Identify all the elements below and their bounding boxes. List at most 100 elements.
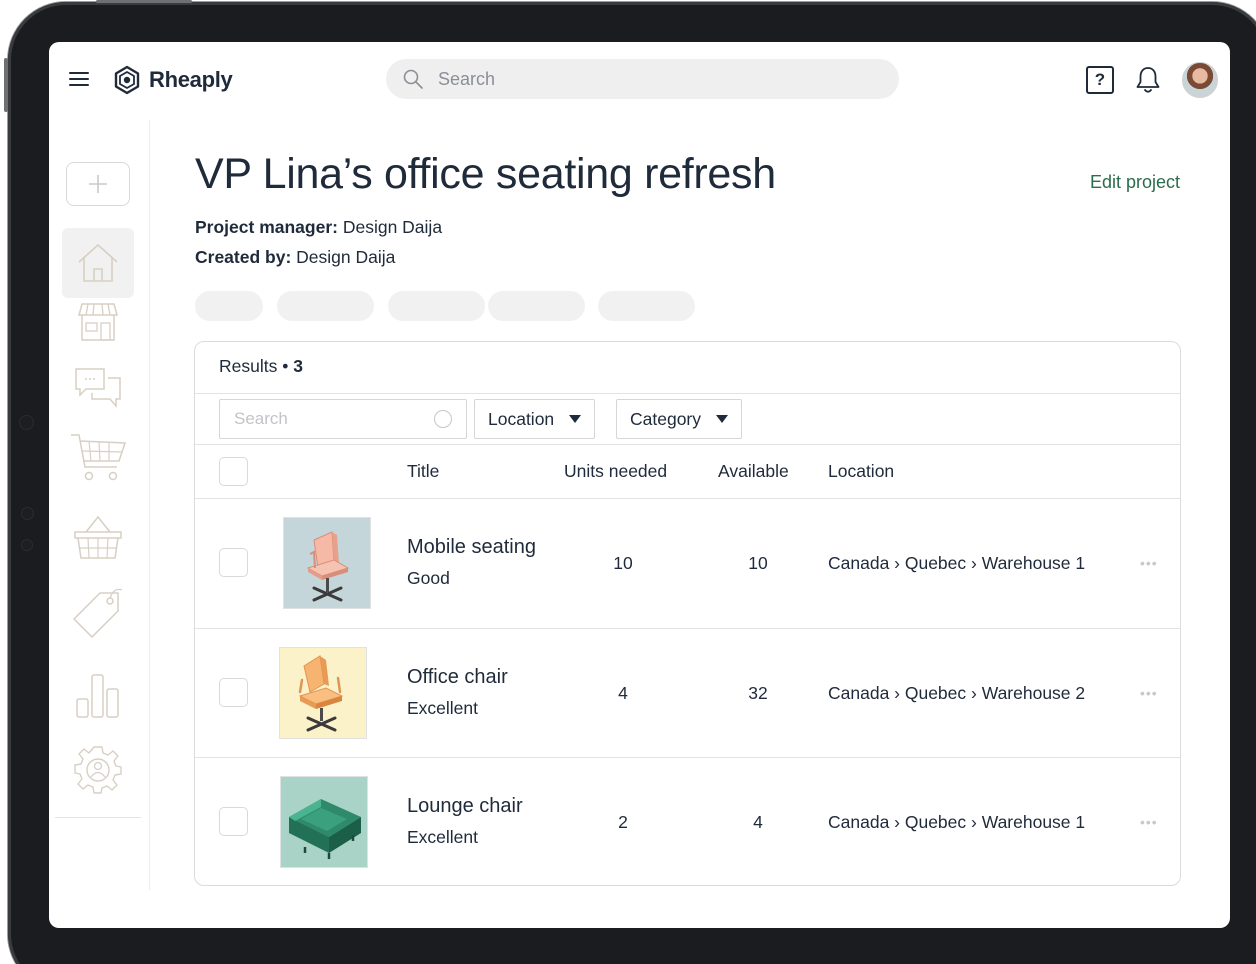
chat-bubbles-icon [75, 368, 121, 409]
edit-project-link[interactable]: Edit project [1090, 172, 1180, 193]
item-thumbnail [280, 776, 368, 868]
app-screen: Rheaply Search ? VP Lina’s office seatin… [49, 42, 1230, 928]
location-value: Canada › Quebec › Warehouse 2 [828, 683, 1086, 703]
sidebar-item-analytics[interactable] [62, 662, 134, 728]
office-chair-image [298, 655, 344, 732]
sidebar-item-basket[interactable] [62, 508, 134, 568]
app-name: Rheaply [149, 67, 233, 92]
project-manager-value: Design Daija [337, 217, 443, 237]
select-all-checkbox[interactable] [219, 457, 248, 486]
units-needed-value: 2 [618, 812, 628, 832]
tag-chip[interactable] [388, 291, 485, 321]
bell-icon[interactable] [1134, 65, 1162, 95]
project-manager-label: Project manager: [195, 217, 338, 237]
row-checkbox[interactable] [219, 807, 248, 836]
column-header-title[interactable]: Title [407, 461, 439, 482]
item-condition: Good [407, 568, 450, 588]
available-value: 32 [748, 683, 768, 703]
camera-dot [22, 540, 32, 550]
sidebar-item-tags[interactable] [62, 580, 134, 646]
global-search-input[interactable]: Search [386, 59, 899, 99]
rheaply-logo-icon [114, 65, 140, 95]
table-row[interactable]: Mobile seating Good 10 10 Canada › Quebe… [195, 499, 1180, 628]
app-logo[interactable]: Rheaply [111, 64, 233, 96]
row-checkbox[interactable] [219, 678, 248, 707]
category-filter-label: Category [630, 408, 702, 429]
item-title[interactable]: Lounge chair [407, 795, 523, 818]
location-filter-dropdown[interactable]: Location [474, 399, 596, 439]
results-search-placeholder: Search [234, 409, 288, 428]
camera-dot [22, 508, 33, 519]
results-count: 3 [293, 356, 303, 376]
caret-down-icon [569, 415, 582, 423]
location-value: Canada › Quebec › Warehouse 1 [828, 553, 1086, 573]
item-title[interactable]: Mobile seating [407, 536, 536, 559]
row-more-icon[interactable]: ••• [1140, 685, 1158, 701]
search-placeholder: Search [438, 68, 496, 89]
units-needed-value: 4 [618, 683, 628, 703]
top-bar: Rheaply Search ? [49, 42, 1230, 120]
table-row[interactable]: Lounge chair Excellent 2 4 Canada › Queb… [195, 758, 1180, 887]
user-avatar[interactable] [1182, 62, 1218, 98]
page-title: VP Lina’s office seating refresh [195, 150, 776, 198]
results-separator: • [277, 356, 294, 376]
sidebar-item-home[interactable] [62, 228, 134, 298]
created-by-value: Design Daija [291, 247, 396, 267]
row-more-icon[interactable]: ••• [1140, 555, 1158, 571]
lounge-chair-image [289, 799, 361, 859]
create-new-button[interactable] [66, 162, 130, 206]
sidebar-item-cart[interactable] [62, 426, 134, 490]
plus-icon [89, 175, 107, 193]
power-button [96, 0, 192, 3]
bar-chart-icon [76, 674, 119, 718]
column-header-units-needed[interactable]: Units needed [564, 461, 667, 482]
help-icon[interactable]: ? [1086, 66, 1114, 94]
item-condition: Excellent [407, 698, 479, 718]
created-by-line: Created by: Design Daija [195, 247, 395, 268]
available-value: 10 [748, 553, 768, 573]
search-icon [403, 69, 423, 89]
search-toggle-icon[interactable] [434, 410, 452, 428]
item-title[interactable]: Office chair [407, 666, 508, 689]
row-checkbox[interactable] [219, 548, 248, 577]
item-condition: Excellent [407, 827, 479, 847]
column-header-available[interactable]: Available [718, 461, 789, 482]
top-icons: ? [1086, 62, 1218, 98]
sidebar-divider [55, 817, 141, 818]
project-manager-line: Project manager: Design Daija [195, 217, 442, 238]
sidebar-item-storefront[interactable] [62, 292, 134, 352]
location-filter-label: Location [488, 408, 555, 429]
divider [195, 393, 1180, 394]
item-thumbnail [283, 517, 371, 609]
item-thumbnail [279, 647, 367, 739]
created-by-label: Created by: [195, 247, 292, 267]
menu-icon[interactable] [69, 70, 91, 88]
sidebar-item-messages[interactable] [62, 358, 134, 418]
sidebar [49, 120, 150, 890]
results-label: Results [219, 356, 278, 376]
shopping-cart-icon [71, 434, 127, 481]
mobile-seating-image [306, 531, 350, 602]
sidebar-item-settings[interactable] [62, 738, 134, 800]
tag-chip[interactable] [195, 291, 263, 321]
tag-icon [73, 588, 123, 638]
location-value: Canada › Quebec › Warehouse 1 [828, 812, 1086, 832]
settings-gear-icon [74, 746, 122, 794]
divider [195, 444, 1180, 445]
available-value: 4 [753, 812, 763, 832]
results-search-input[interactable]: Search [219, 399, 467, 439]
category-filter-dropdown[interactable]: Category [616, 399, 743, 439]
home-icon [78, 243, 118, 282]
storefront-icon [78, 303, 118, 341]
caret-down-icon [716, 415, 729, 423]
row-more-icon[interactable]: ••• [1140, 814, 1158, 830]
table-row[interactable]: Office chair Excellent 4 32 Canada › Que… [195, 629, 1180, 758]
column-header-location[interactable]: Location [828, 461, 894, 482]
tag-chip[interactable] [277, 291, 374, 321]
tag-chip[interactable] [598, 291, 695, 321]
basket-icon [74, 515, 122, 559]
camera-dot [20, 416, 33, 429]
units-needed-value: 10 [613, 553, 633, 573]
results-card: Results • 3 Search Location Category Tit… [194, 341, 1181, 886]
tag-chip[interactable] [488, 291, 585, 321]
